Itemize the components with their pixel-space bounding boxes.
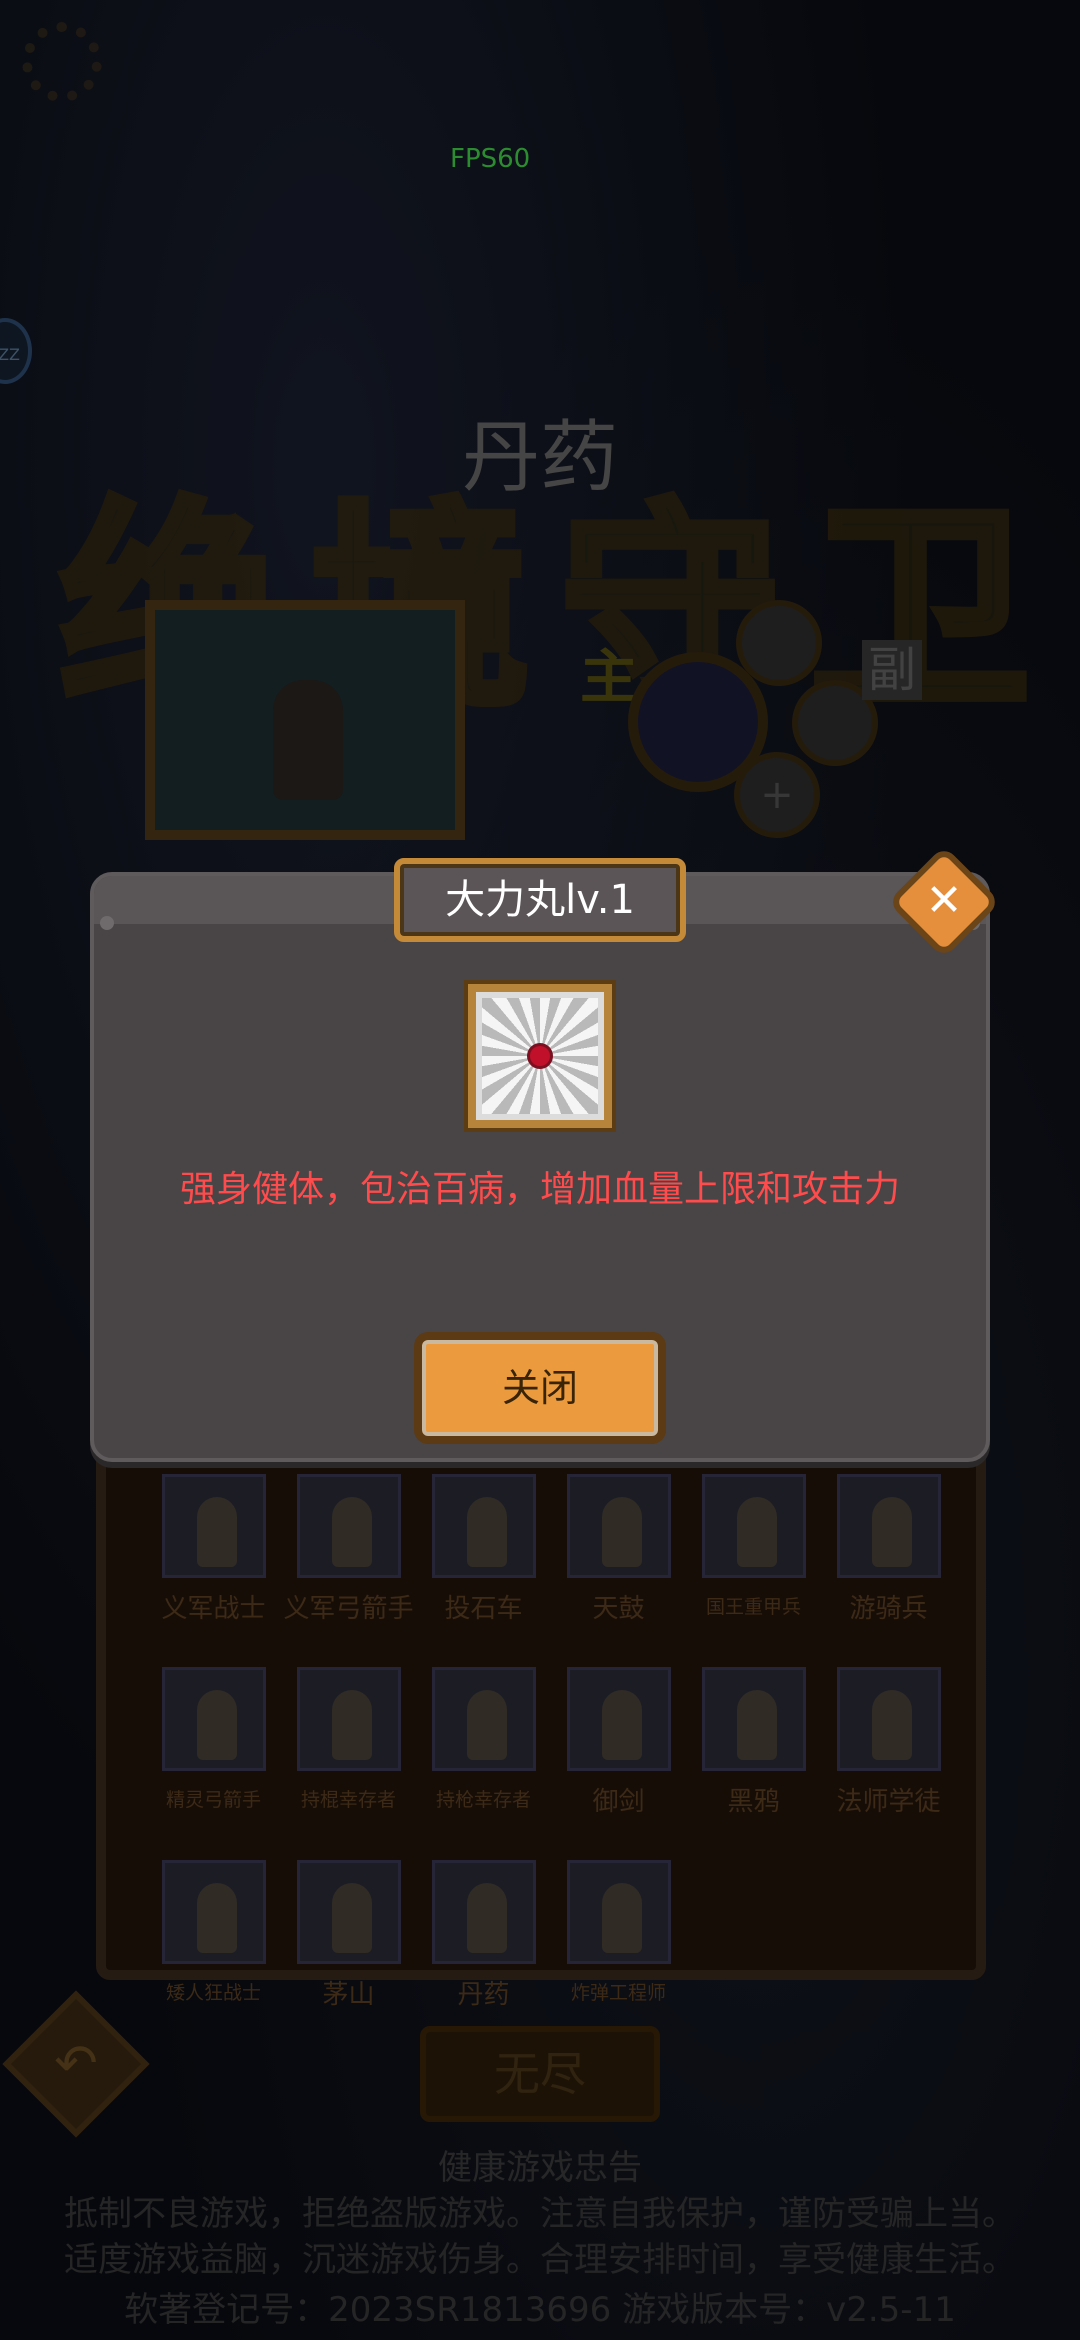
close-icon: ✕ [925,875,963,926]
modal-title: 大力丸lv.1 [394,858,686,942]
item-description: 强身健体，包治百病，增加血量上限和攻击力 [179,1169,900,1210]
modal-pin [100,916,114,930]
item-icon [468,984,612,1128]
pill-icon [530,1046,550,1066]
close-button[interactable]: 关闭 [414,1332,666,1444]
